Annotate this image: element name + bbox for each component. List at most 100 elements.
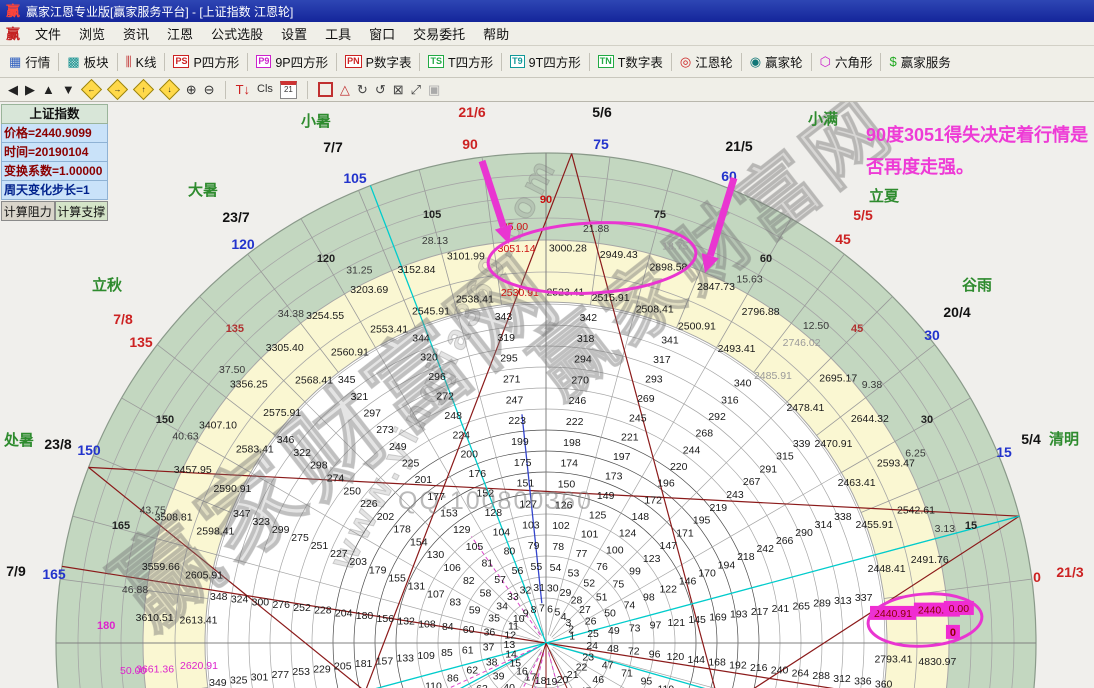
wheel-number: 98 — [643, 591, 655, 603]
wheel-number: 336 — [854, 676, 872, 688]
wheel-number: 156 — [377, 613, 395, 625]
menu-item-窗口[interactable]: 窗口 — [360, 22, 404, 45]
wheel-number: 265 — [792, 600, 810, 612]
toolbar-button-赢家服务[interactable]: $赢家服务 — [884, 50, 955, 73]
zoom-out-icon[interactable]: ⊖ — [204, 82, 215, 97]
wheel-number: 226 — [360, 498, 378, 510]
wheel-number: 55 — [531, 561, 543, 573]
wheel-number: 62 — [466, 665, 478, 677]
toolbar-button-9P四方形[interactable]: P99P四方形 — [251, 50, 333, 73]
nav-diamond-pan-down[interactable]: ↓ — [159, 79, 180, 100]
wheel-number: 219 — [710, 502, 728, 514]
price-label-outer: 3305.40 — [266, 342, 304, 354]
wheel-number: 5 — [555, 606, 561, 618]
wheel-number: 121 — [668, 617, 686, 629]
toolbar-button-赢家轮[interactable]: ◉赢家轮 — [745, 50, 808, 73]
wheel-number: 216 — [750, 662, 768, 674]
forward-icon[interactable]: ▶ — [25, 82, 35, 97]
wheel-number: 26 — [585, 616, 597, 628]
toolbar-button-江恩轮[interactable]: ◎江恩轮 — [675, 50, 738, 73]
toolbar-separator — [117, 53, 118, 71]
down-triangle-icon[interactable]: ▼ — [62, 82, 75, 97]
toolbar-label: T数字表 — [618, 52, 663, 71]
region-tool-icon[interactable]: ⊠ — [393, 82, 404, 97]
price-label-inner: 2553.41 — [370, 323, 408, 335]
diamond-arrow-icon: ← — [87, 86, 95, 94]
toolbar-button-T四方形[interactable]: TST四方形 — [423, 50, 498, 73]
wheel-number: 200 — [460, 449, 478, 461]
wheel-number: 128 — [485, 507, 503, 519]
wheel-outer-label: 7/7 — [323, 139, 343, 155]
price-label-inner: 2448.41 — [868, 563, 906, 575]
degree-label: 45 — [851, 323, 863, 335]
up-triangle-icon[interactable]: ▲ — [42, 82, 55, 97]
wheel-number: 293 — [645, 374, 663, 386]
price-label-inner: 2478.41 — [786, 402, 824, 414]
menu-item-浏览[interactable]: 浏览 — [70, 22, 114, 45]
main-toolbar: ▦行情 ▩板块 ⫼K线 PSP四方形 P99P四方形 PNP数字表 TST四方形 T99T四方… — [0, 46, 1094, 78]
back-icon[interactable]: ◀ — [8, 82, 18, 97]
time-value: 时间=20190104 — [1, 143, 108, 162]
wheel-number: 275 — [291, 532, 309, 544]
toolbar-label: 9T四方形 — [529, 52, 581, 71]
wheel-number: 34 — [496, 600, 508, 612]
toolbar-button-9T四方形[interactable]: T99T四方形 — [505, 50, 586, 73]
wheel-number: 203 — [350, 556, 368, 568]
toolbar-button-行情[interactable]: ▦行情 — [4, 50, 55, 73]
wheel-number: 48 — [607, 643, 619, 655]
nav-diamond-pan-up[interactable]: ↑ — [133, 79, 154, 100]
menu-item-设置[interactable]: 设置 — [272, 22, 316, 45]
wheel-number: 276 — [272, 599, 290, 611]
toolbar-icon-T四方形: TS — [428, 55, 444, 68]
rotate-cw-icon[interactable]: ↻ — [357, 82, 368, 97]
rect-tool-icon[interactable] — [318, 82, 333, 97]
nav-diamond-pan-right[interactable]: → — [107, 79, 128, 100]
rotate-ccw-icon[interactable]: ↺ — [375, 82, 386, 97]
menu-item-帮助[interactable]: 帮助 — [474, 22, 518, 45]
toolbar-button-P四方形[interactable]: PSP四方形 — [168, 50, 244, 73]
wheel-number: 120 — [667, 651, 685, 663]
ratio-label: 28.13 — [422, 235, 448, 247]
calc-resistance-button[interactable]: 计算阻力 — [1, 201, 55, 221]
toolbar-button-P数字表[interactable]: PNP数字表 — [340, 50, 416, 73]
wheel-number: 149 — [597, 490, 615, 502]
wheel-number: 264 — [792, 667, 810, 679]
nav-diamond-pan-left[interactable]: ← — [81, 79, 102, 100]
wheel-number: 57 — [494, 574, 506, 586]
wheel-number: 294 — [574, 354, 592, 366]
wheel-number: 193 — [730, 609, 748, 621]
cls-icon[interactable]: Cls — [257, 82, 273, 97]
menu-item-文件[interactable]: 文件 — [26, 22, 70, 45]
capture-tool-icon[interactable]: ▣ — [428, 82, 440, 97]
t-down-icon[interactable]: T↓ — [236, 82, 250, 97]
triangle-tool-icon[interactable]: △ — [340, 82, 350, 97]
title-bar: 赢 赢家江恩专业版[赢家服务平台] - [上证指数 江恩轮] — [0, 0, 1094, 22]
menu-item-公式选股[interactable]: 公式选股 — [202, 22, 272, 45]
wheel-number: 105 — [466, 541, 484, 553]
toolbar-icon-9P四方形: P9 — [256, 55, 271, 68]
menu-item-交易委托[interactable]: 交易委托 — [404, 22, 474, 45]
toolbar-button-T数字表[interactable]: TNT数字表 — [593, 50, 668, 73]
degree-label: 30 — [921, 414, 933, 426]
wheel-outer-label: 23/8 — [44, 436, 71, 452]
toolbar-button-板块[interactable]: ▩板块 — [62, 50, 113, 73]
zoom-in-icon[interactable]: ⊕ — [186, 82, 197, 97]
price-label-outer: 3407.10 — [199, 419, 237, 431]
resize-tool-icon[interactable]: ⤢ — [411, 82, 421, 97]
calc-support-button[interactable]: 计算支撑 — [55, 201, 109, 221]
toolbar-button-六角形[interactable]: ⬡六角形 — [815, 50, 878, 73]
wheel-number: 175 — [514, 457, 532, 469]
wheel-outer-label: 30 — [924, 327, 940, 343]
price-label-outer: 3254.55 — [306, 310, 344, 322]
wheel-number: 320 — [420, 352, 438, 364]
calendar-icon[interactable]: 21 — [280, 81, 297, 99]
menu-item-资讯[interactable]: 资讯 — [114, 22, 158, 45]
ratio-label: 0.00 — [949, 603, 970, 615]
degree-label: 150 — [156, 414, 174, 426]
wheel-number: 225 — [402, 458, 420, 470]
wheel-number: 63 — [476, 683, 488, 688]
price-label-inner: 2455.91 — [855, 519, 893, 531]
toolbar-button-K线[interactable]: ⫼K线 — [121, 50, 162, 73]
menu-item-江恩[interactable]: 江恩 — [158, 22, 202, 45]
menu-item-工具[interactable]: 工具 — [316, 22, 360, 45]
